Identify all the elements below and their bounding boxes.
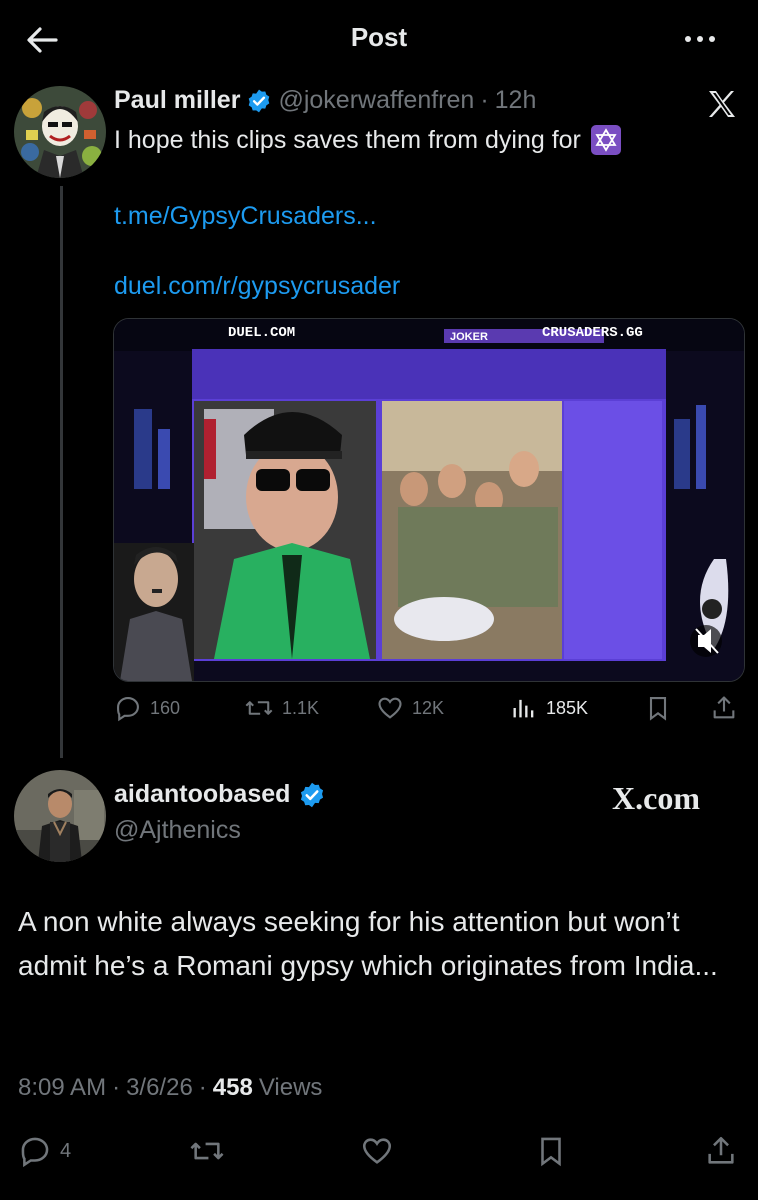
reply-count: 160 bbox=[150, 697, 181, 718]
view-count: 185K bbox=[546, 697, 589, 718]
separator-dot: · bbox=[480, 86, 489, 114]
repost-icon bbox=[245, 701, 273, 715]
share-button[interactable] bbox=[710, 694, 738, 722]
avatar[interactable] bbox=[14, 86, 106, 178]
crusaders-watermark: CRUSADERS.GG bbox=[542, 325, 643, 341]
bookmark-icon bbox=[649, 697, 667, 721]
bookmark-button[interactable] bbox=[534, 1134, 568, 1168]
duel-link[interactable]: duel.com/r/gypsycrusader bbox=[114, 272, 400, 301]
bookmark-button[interactable] bbox=[644, 694, 672, 722]
quote-author-handle[interactable]: @Ajthenics bbox=[114, 816, 241, 845]
author-name[interactable]: Paul miller bbox=[114, 86, 240, 115]
joker-watermark: JOKER bbox=[450, 331, 488, 343]
quote-author-row: aidantoobased bbox=[114, 780, 326, 809]
separator-dot: · bbox=[112, 1074, 121, 1101]
video-player[interactable]: DUEL.COM JOKER CRUSADERS.GG bbox=[113, 318, 745, 682]
share-icon bbox=[708, 1136, 734, 1164]
share-button[interactable] bbox=[704, 1134, 738, 1168]
aidan-avatar-image bbox=[14, 770, 106, 862]
reply-icon bbox=[21, 1137, 49, 1168]
avatar[interactable] bbox=[14, 770, 106, 862]
more-horizontal-icon bbox=[685, 36, 715, 42]
page-title: Post bbox=[350, 22, 408, 52]
post-text-line: I hope this clips saves them from dying … bbox=[114, 124, 621, 156]
verified-badge-icon bbox=[301, 782, 324, 807]
bookmark-icon bbox=[541, 1137, 561, 1167]
reply-button[interactable]: 160 bbox=[114, 694, 180, 722]
video-thumbnail bbox=[114, 319, 744, 681]
post-date[interactable]: 3/6/26 bbox=[126, 1074, 193, 1102]
like-button[interactable]: 12K bbox=[376, 694, 444, 722]
repost-icon bbox=[190, 1142, 224, 1160]
heart-icon bbox=[362, 1138, 392, 1164]
duel-watermark: DUEL.COM bbox=[228, 325, 296, 341]
bottom-actions: 4 bbox=[18, 1134, 740, 1170]
views-count: 458 bbox=[212, 1074, 253, 1101]
more-options-button[interactable] bbox=[678, 24, 722, 54]
x-com-brand: X.com bbox=[612, 780, 700, 816]
thread-line bbox=[60, 186, 63, 758]
quote-text: A non white always seeking for his atten… bbox=[18, 906, 718, 981]
like-count: 12K bbox=[412, 697, 445, 718]
reply-count: 4 bbox=[60, 1139, 72, 1162]
x-logo-icon bbox=[706, 88, 738, 125]
repost-button[interactable]: 1.1K bbox=[244, 694, 319, 722]
post-timestamp[interactable]: 8:09 AM bbox=[18, 1074, 106, 1102]
analytics-icon bbox=[513, 699, 534, 718]
post-text: I hope this clips saves them from dying … bbox=[114, 126, 581, 154]
telegram-link[interactable]: t.me/GypsyCrusaders... bbox=[114, 202, 377, 231]
post-header: Paul miller @jokerwaffenfren · 12h bbox=[114, 86, 536, 115]
post-actions: 160 1.1K 12K 185K bbox=[114, 694, 742, 724]
repost-count: 1.1K bbox=[282, 697, 320, 718]
post-meta: 8:09 AM · 3/6/26 · 458 Views bbox=[18, 1074, 322, 1102]
share-icon bbox=[713, 696, 735, 719]
quote-author-name[interactable]: aidantoobased bbox=[114, 780, 290, 809]
post-time[interactable]: 12h bbox=[495, 86, 537, 115]
separator-dot: · bbox=[198, 1074, 207, 1101]
reply-button[interactable]: 4 bbox=[18, 1134, 71, 1168]
author-handle[interactable]: @jokerwaffenfren bbox=[278, 86, 474, 115]
views-label: Views bbox=[258, 1074, 323, 1101]
heart-icon bbox=[378, 697, 402, 719]
joker-avatar-image bbox=[14, 86, 106, 178]
verified-badge-icon bbox=[249, 89, 270, 112]
repost-button[interactable] bbox=[188, 1134, 226, 1168]
like-button[interactable] bbox=[360, 1134, 394, 1168]
reply-icon bbox=[117, 697, 139, 722]
views-button[interactable]: 185K bbox=[510, 694, 588, 722]
star-of-david-emoji bbox=[590, 125, 621, 155]
